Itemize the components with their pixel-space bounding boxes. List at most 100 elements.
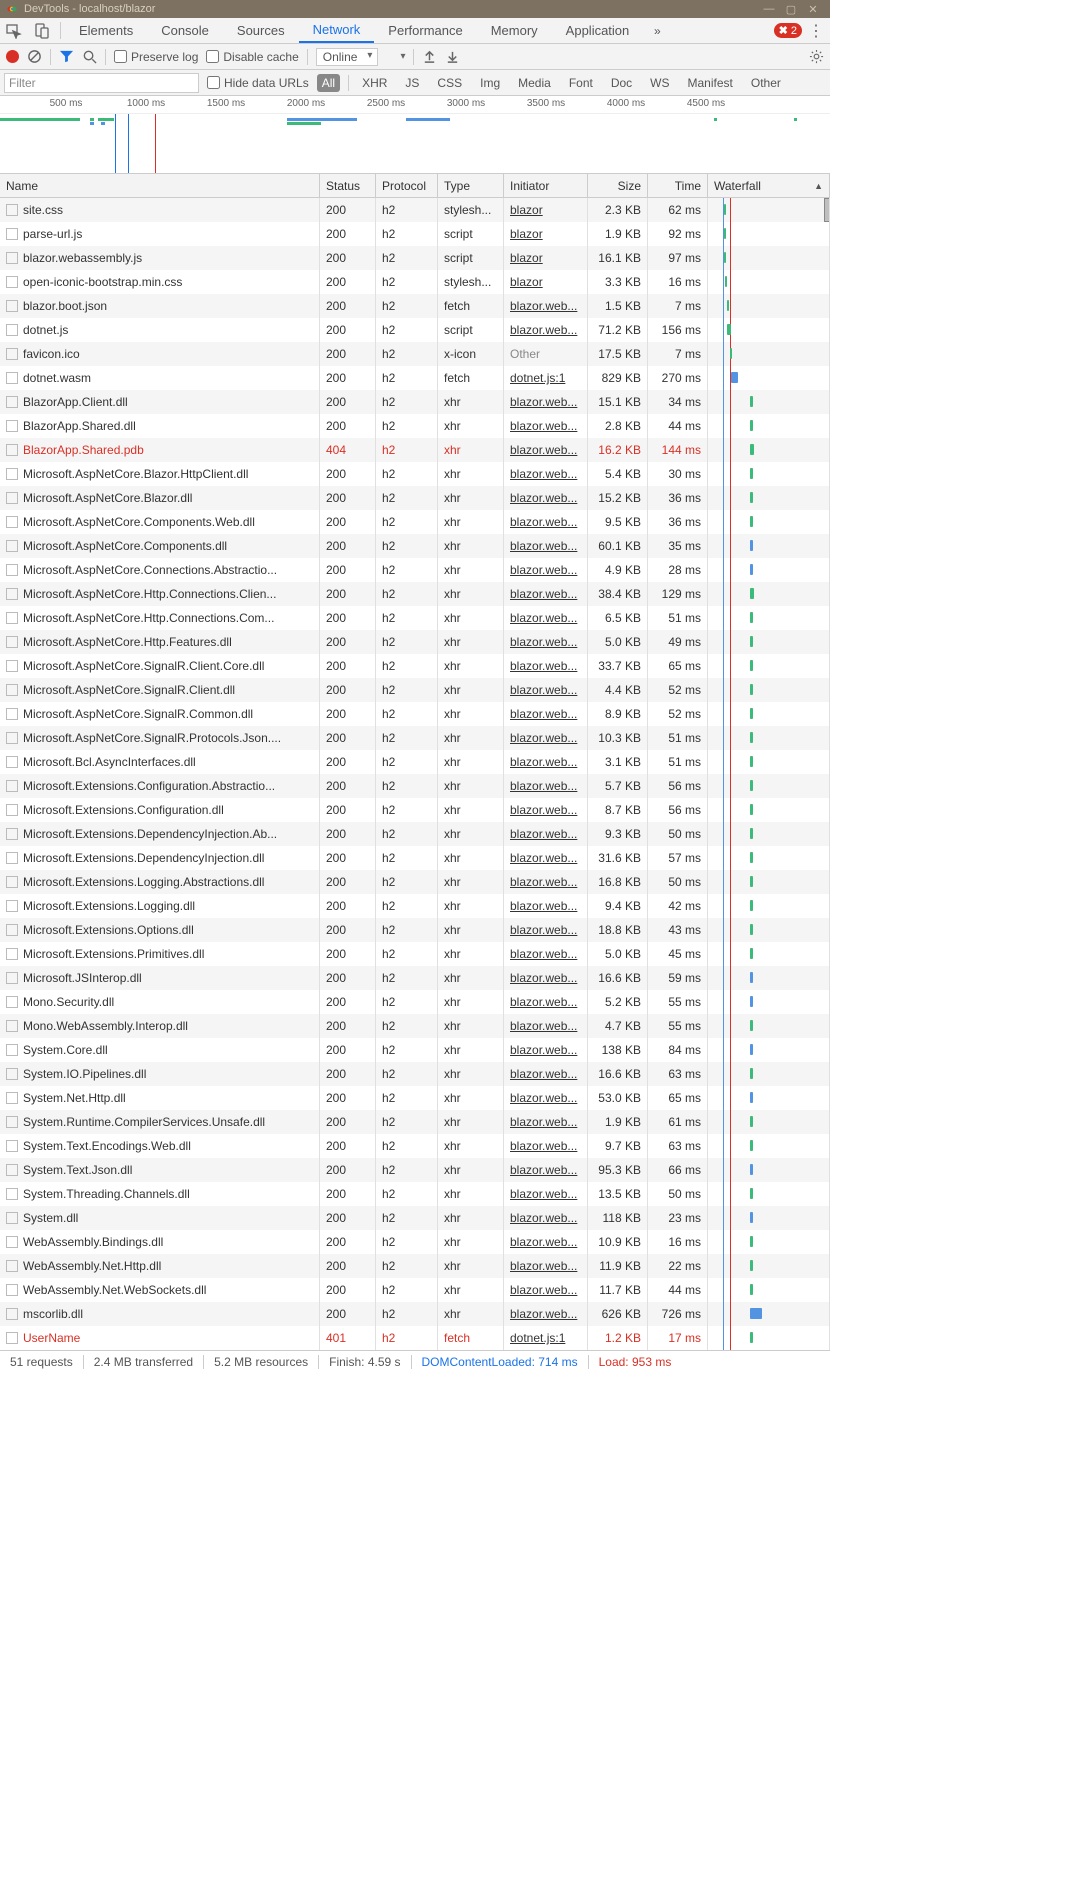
table-row[interactable]: Microsoft.AspNetCore.Blazor.HttpClient.d… (0, 462, 830, 486)
throttling-select[interactable]: Online (316, 48, 379, 66)
table-row[interactable]: Microsoft.Extensions.DependencyInjection… (0, 822, 830, 846)
export-har-icon[interactable] (445, 49, 460, 64)
initiator-link[interactable]: blazor.web... (510, 419, 577, 433)
initiator-link[interactable]: dotnet.js:1 (510, 371, 565, 385)
column-name[interactable]: Name (0, 174, 320, 197)
initiator-link[interactable]: blazor (510, 275, 543, 289)
settings-icon[interactable] (809, 49, 824, 64)
window-minimize[interactable]: — (758, 3, 780, 15)
initiator-link[interactable]: blazor.web... (510, 1163, 577, 1177)
table-row[interactable]: blazor.webassembly.js200h2scriptblazor16… (0, 246, 830, 270)
table-row[interactable]: WebAssembly.Bindings.dll200h2xhrblazor.w… (0, 1230, 830, 1254)
initiator-link[interactable]: dotnet.js:1 (510, 1331, 565, 1345)
table-row[interactable]: site.css200h2stylesh...blazor2.3 KB62 ms (0, 198, 830, 222)
table-row[interactable]: Microsoft.Extensions.Logging.dll200h2xhr… (0, 894, 830, 918)
column-initiator[interactable]: Initiator (504, 174, 588, 197)
initiator-link[interactable]: blazor.web... (510, 1043, 577, 1057)
clear-button[interactable] (27, 49, 42, 64)
initiator-link[interactable]: blazor.web... (510, 443, 577, 457)
table-row[interactable]: parse-url.js200h2scriptblazor1.9 KB92 ms (0, 222, 830, 246)
table-row[interactable]: System.Runtime.CompilerServices.Unsafe.d… (0, 1110, 830, 1134)
filter-type-all[interactable]: All (317, 74, 340, 92)
initiator-link[interactable]: blazor.web... (510, 491, 577, 505)
table-row[interactable]: Microsoft.Extensions.Configuration.dll20… (0, 798, 830, 822)
filter-type-xhr[interactable]: XHR (357, 74, 392, 92)
table-row[interactable]: System.Net.Http.dll200h2xhrblazor.web...… (0, 1086, 830, 1110)
window-maximize[interactable]: ▢ (780, 3, 802, 16)
initiator-link[interactable]: blazor (510, 227, 543, 241)
record-button[interactable] (6, 50, 19, 63)
initiator-link[interactable]: blazor.web... (510, 563, 577, 577)
tab-memory[interactable]: Memory (477, 18, 552, 43)
filter-type-ws[interactable]: WS (645, 74, 674, 92)
initiator-link[interactable]: blazor.web... (510, 611, 577, 625)
table-row[interactable]: favicon.ico200h2x-iconOther17.5 KB7 ms (0, 342, 830, 366)
initiator-link[interactable]: blazor.web... (510, 323, 577, 337)
error-count-badge[interactable]: ✖2 (774, 23, 802, 38)
table-row[interactable]: Microsoft.AspNetCore.SignalR.Client.Core… (0, 654, 830, 678)
initiator-link[interactable]: blazor.web... (510, 467, 577, 481)
tab-sources[interactable]: Sources (223, 18, 299, 43)
filter-toggle-icon[interactable] (59, 49, 74, 64)
filter-type-js[interactable]: JS (400, 74, 424, 92)
column-time[interactable]: Time (648, 174, 708, 197)
filter-type-img[interactable]: Img (475, 74, 505, 92)
initiator-link[interactable]: blazor.web... (510, 683, 577, 697)
initiator-link[interactable]: blazor.web... (510, 1235, 577, 1249)
device-toggle-icon[interactable] (28, 18, 56, 43)
table-row[interactable]: Microsoft.AspNetCore.Http.Connections.Co… (0, 606, 830, 630)
table-row[interactable]: WebAssembly.Net.WebSockets.dll200h2xhrbl… (0, 1278, 830, 1302)
table-row[interactable]: System.Core.dll200h2xhrblazor.web...138 … (0, 1038, 830, 1062)
table-row[interactable]: WebAssembly.Net.Http.dll200h2xhrblazor.w… (0, 1254, 830, 1278)
initiator-link[interactable]: blazor.web... (510, 923, 577, 937)
initiator-link[interactable]: blazor.web... (510, 299, 577, 313)
initiator-link[interactable]: blazor.web... (510, 731, 577, 745)
table-row[interactable]: Microsoft.Extensions.Options.dll200h2xhr… (0, 918, 830, 942)
table-row[interactable]: blazor.boot.json200h2fetchblazor.web...1… (0, 294, 830, 318)
initiator-link[interactable]: blazor.web... (510, 971, 577, 985)
initiator-link[interactable]: blazor.web... (510, 947, 577, 961)
table-row[interactable]: Microsoft.AspNetCore.Components.Web.dll2… (0, 510, 830, 534)
initiator-link[interactable]: blazor.web... (510, 635, 577, 649)
table-row[interactable]: System.Threading.Channels.dll200h2xhrbla… (0, 1182, 830, 1206)
table-row[interactable]: Microsoft.Extensions.Logging.Abstraction… (0, 870, 830, 894)
initiator-link[interactable]: blazor.web... (510, 827, 577, 841)
table-row[interactable]: System.Text.Json.dll200h2xhrblazor.web..… (0, 1158, 830, 1182)
table-row[interactable]: Microsoft.AspNetCore.Blazor.dll200h2xhrb… (0, 486, 830, 510)
initiator-link[interactable]: blazor.web... (510, 755, 577, 769)
initiator-link[interactable]: blazor.web... (510, 779, 577, 793)
import-har-icon[interactable] (422, 49, 437, 64)
initiator-link[interactable]: blazor.web... (510, 899, 577, 913)
search-icon[interactable] (82, 49, 97, 64)
table-row[interactable]: Microsoft.AspNetCore.Http.Connections.Cl… (0, 582, 830, 606)
initiator-link[interactable]: blazor.web... (510, 1091, 577, 1105)
initiator-link[interactable]: blazor.web... (510, 1139, 577, 1153)
column-type[interactable]: Type (438, 174, 504, 197)
table-row[interactable]: dotnet.js200h2scriptblazor.web...71.2 KB… (0, 318, 830, 342)
table-row[interactable]: Microsoft.Extensions.Primitives.dll200h2… (0, 942, 830, 966)
initiator-link[interactable]: blazor (510, 251, 543, 265)
column-waterfall[interactable]: Waterfall▲ (708, 174, 830, 197)
initiator-link[interactable]: blazor.web... (510, 539, 577, 553)
filter-type-manifest[interactable]: Manifest (683, 74, 738, 92)
table-row[interactable]: BlazorApp.Shared.pdb404h2xhrblazor.web..… (0, 438, 830, 462)
table-row[interactable]: Mono.Security.dll200h2xhrblazor.web...5.… (0, 990, 830, 1014)
table-row[interactable]: Microsoft.Bcl.AsyncInterfaces.dll200h2xh… (0, 750, 830, 774)
window-close[interactable]: ✕ (802, 3, 824, 16)
table-row[interactable]: BlazorApp.Client.dll200h2xhrblazor.web..… (0, 390, 830, 414)
table-row[interactable]: Microsoft.AspNetCore.SignalR.Protocols.J… (0, 726, 830, 750)
table-row[interactable]: System.Text.Encodings.Web.dll200h2xhrbla… (0, 1134, 830, 1158)
preserve-log-checkbox[interactable]: Preserve log (114, 50, 198, 64)
initiator-link[interactable]: blazor.web... (510, 995, 577, 1009)
initiator-link[interactable]: blazor.web... (510, 803, 577, 817)
tab-elements[interactable]: Elements (65, 18, 147, 43)
disable-cache-checkbox[interactable]: Disable cache (206, 50, 298, 64)
column-status[interactable]: Status (320, 174, 376, 197)
table-row[interactable]: dotnet.wasm200h2fetchdotnet.js:1829 KB27… (0, 366, 830, 390)
initiator-link[interactable]: blazor.web... (510, 1283, 577, 1297)
initiator-link[interactable]: blazor.web... (510, 395, 577, 409)
column-protocol[interactable]: Protocol (376, 174, 438, 197)
tab-performance[interactable]: Performance (374, 18, 476, 43)
table-row[interactable]: Mono.WebAssembly.Interop.dll200h2xhrblaz… (0, 1014, 830, 1038)
initiator-link[interactable]: blazor.web... (510, 1259, 577, 1273)
